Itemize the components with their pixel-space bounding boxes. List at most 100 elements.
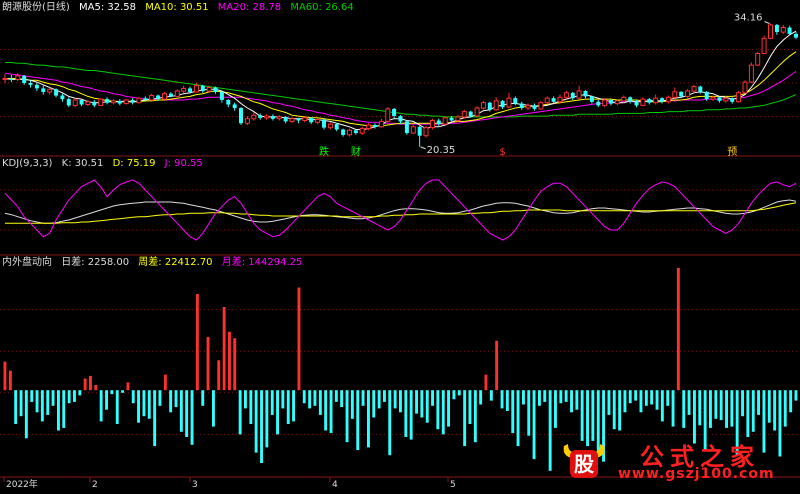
flow-bar xyxy=(559,390,563,404)
flow-bar xyxy=(222,307,226,391)
low-price-label: 20.35 xyxy=(427,145,456,156)
candle-body xyxy=(500,100,505,108)
flow-bar xyxy=(19,390,23,417)
candle-body xyxy=(206,87,212,92)
candle-body xyxy=(366,124,372,130)
flow-bar xyxy=(751,390,755,432)
kdj-j-label: J: 90.55 xyxy=(164,158,203,169)
flow-bar xyxy=(345,390,349,443)
flow-bar xyxy=(591,390,595,441)
candle-body xyxy=(493,100,499,111)
candle-body xyxy=(188,88,192,92)
flow-bar xyxy=(233,338,237,391)
flow-bar xyxy=(206,336,210,391)
candle-body xyxy=(41,88,46,92)
candle-body xyxy=(54,89,59,96)
flow-bar xyxy=(457,390,461,396)
candle-body xyxy=(404,121,409,133)
candle-body xyxy=(373,125,377,127)
candle-body xyxy=(794,33,798,38)
flow-bar xyxy=(543,390,547,402)
flow-bar xyxy=(99,390,103,422)
flow-bar xyxy=(67,390,71,404)
candle-body xyxy=(717,97,722,101)
candle-body xyxy=(410,126,416,134)
chart-canvas[interactable]: 34.16 20.35 跌 财 $ 预 2022年 2 3 4 5 xyxy=(0,0,800,490)
candle-body xyxy=(353,130,358,133)
chart-stage: 34.16 20.35 跌 财 $ 预 2022年 2 3 4 5 朗源股份(日线) MA5: 32… xyxy=(0,0,800,490)
kdj-k-label: K: 30.51 xyxy=(61,158,104,169)
candle-body xyxy=(347,129,352,136)
candle-body xyxy=(685,90,691,97)
flow-bar xyxy=(538,390,541,406)
flow-bar xyxy=(655,390,659,410)
candle-body xyxy=(436,120,441,125)
high-marker-arrow xyxy=(764,21,770,24)
flow-bar xyxy=(714,390,718,419)
candle-body xyxy=(334,124,339,130)
candle-body xyxy=(244,118,250,124)
candle-body xyxy=(283,116,288,122)
flow-month-label: 月差: 144294.25 xyxy=(221,257,303,268)
candle-body xyxy=(634,101,639,106)
candle-body xyxy=(309,117,314,123)
candle-body xyxy=(2,78,8,80)
candle-body xyxy=(174,90,180,97)
flow-bar xyxy=(57,390,60,431)
flow-bar xyxy=(190,390,194,445)
candle-body xyxy=(232,104,237,108)
event-marker: 预 xyxy=(727,146,737,158)
candle-body xyxy=(742,81,748,94)
flow-bar xyxy=(388,390,392,456)
candle-body xyxy=(359,128,365,134)
flow-bar xyxy=(650,390,654,405)
candle-body xyxy=(653,97,659,104)
candle-body xyxy=(385,108,391,122)
candle-body xyxy=(513,98,518,104)
candle-body xyxy=(570,92,575,99)
ma60-label: MA60: 26.64 xyxy=(290,2,354,13)
flow-bar xyxy=(505,390,509,411)
flow-bar xyxy=(89,375,92,391)
flow-bar xyxy=(495,340,499,391)
flow-bar xyxy=(725,390,728,428)
flow-bar xyxy=(441,390,445,435)
x-axis-label: 2 xyxy=(92,480,98,490)
candle-body xyxy=(200,85,205,92)
flow-bar xyxy=(281,390,285,409)
flow-name: 内外盘动向 xyxy=(2,257,52,268)
flow-bar xyxy=(131,390,135,404)
flow-bar xyxy=(260,390,263,463)
flow-bar xyxy=(564,390,568,402)
candle-body xyxy=(213,87,218,92)
candle-body xyxy=(589,96,594,102)
flow-bar xyxy=(94,385,98,391)
flow-bar xyxy=(244,390,247,409)
flow-bar xyxy=(479,390,483,405)
candle-body xyxy=(748,64,754,83)
candle-body xyxy=(85,101,91,106)
flow-bar xyxy=(730,390,734,427)
candle-body xyxy=(429,120,435,129)
candle-body xyxy=(168,93,173,97)
flow-bar xyxy=(767,390,771,423)
bull-icon: 股 xyxy=(563,444,605,478)
x-axis-label: 5 xyxy=(450,480,456,490)
price-panel-header: 朗源股份(日线) MA5: 32.58 MA10: 30.51 MA20: 28… xyxy=(2,1,360,15)
candle-body xyxy=(698,86,703,92)
flow-bar xyxy=(51,390,55,406)
flow-bar xyxy=(62,390,66,428)
candle-body xyxy=(264,115,270,119)
flow-bar xyxy=(8,370,12,391)
flow-bar xyxy=(83,378,87,391)
candle-body xyxy=(417,126,422,136)
flow-bar xyxy=(741,390,744,417)
flow-bar xyxy=(500,390,504,409)
candle-body xyxy=(461,111,467,118)
logo-glyph: 股 xyxy=(574,452,594,476)
flow-bar xyxy=(35,390,39,413)
flow-bar xyxy=(452,390,456,400)
candle-body xyxy=(442,117,448,125)
candle-body xyxy=(519,103,524,108)
flow-bar xyxy=(773,390,777,431)
